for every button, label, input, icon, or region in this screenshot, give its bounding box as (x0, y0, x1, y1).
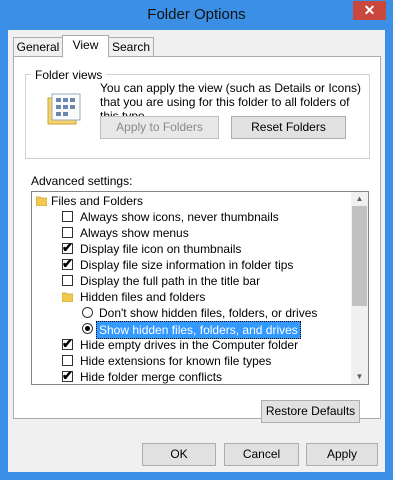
advanced-settings-label: Advanced settings: (31, 174, 133, 188)
option-label: Display file size information in folder … (80, 258, 294, 272)
tab-view[interactable]: View (62, 35, 109, 58)
scroll-down-arrow-icon[interactable]: ▼ (351, 370, 368, 384)
folder-views-title: Folder views (31, 68, 107, 82)
option-label: Hide extensions for known file types (80, 354, 272, 368)
close-button[interactable]: ✕ (353, 1, 386, 20)
checkbox-checked[interactable] (62, 240, 73, 256)
window-title: Folder Options (147, 6, 246, 23)
restore-defaults-button[interactable]: Restore Defaults (261, 400, 360, 423)
checkbox[interactable] (62, 227, 73, 238)
folder-icon (62, 292, 73, 302)
tree-item-label: Files and Folders (51, 194, 144, 208)
dialog-client: General View Search Folder views You can… (8, 30, 385, 472)
folder-options-window: Folder Options ✕ General View Search Fol… (0, 0, 393, 480)
tab-search[interactable]: Search (108, 37, 154, 56)
checkbox[interactable] (62, 275, 73, 286)
scroll-up-arrow-icon[interactable]: ▲ (351, 192, 368, 206)
advanced-settings-list[interactable]: Files and Folders Always show icons, nev… (31, 191, 369, 385)
option-label: Always show icons, never thumbnails (80, 210, 279, 224)
checkbox[interactable] (62, 211, 73, 222)
option-label: Hide folder merge conflicts (80, 370, 223, 384)
option-label: Hide empty drives in the Computer folder (80, 338, 299, 352)
checkbox-checked[interactable] (62, 368, 73, 384)
tree-item-label: Hidden files and folders (80, 290, 206, 304)
option-label: Display file icon on thumbnails (80, 242, 242, 256)
reset-folders-button[interactable]: Reset Folders (231, 116, 346, 139)
option-label: Display the full path in the title bar (80, 274, 261, 288)
scrollbar-thumb[interactable] (352, 206, 367, 306)
folder-views-icon (47, 93, 81, 125)
checkbox[interactable] (62, 355, 73, 366)
radio-button[interactable] (82, 307, 93, 318)
option-label: Don't show hidden files, folders, or dri… (99, 306, 318, 320)
checkbox-checked[interactable] (62, 256, 73, 272)
option-label: Always show menus (80, 226, 189, 240)
apply-to-folders-button[interactable]: Apply to Folders (100, 116, 219, 139)
vertical-scrollbar[interactable]: ▲ ▼ (351, 192, 368, 384)
folder-icon (36, 196, 47, 206)
title-bar[interactable]: Folder Options ✕ (0, 0, 393, 30)
checkbox-checked[interactable] (62, 336, 73, 352)
apply-button[interactable]: Apply (306, 443, 378, 466)
tab-general[interactable]: General (13, 37, 63, 56)
radio-button-selected[interactable] (82, 323, 93, 334)
ok-button[interactable]: OK (142, 443, 216, 466)
cancel-button[interactable]: Cancel (224, 443, 299, 466)
